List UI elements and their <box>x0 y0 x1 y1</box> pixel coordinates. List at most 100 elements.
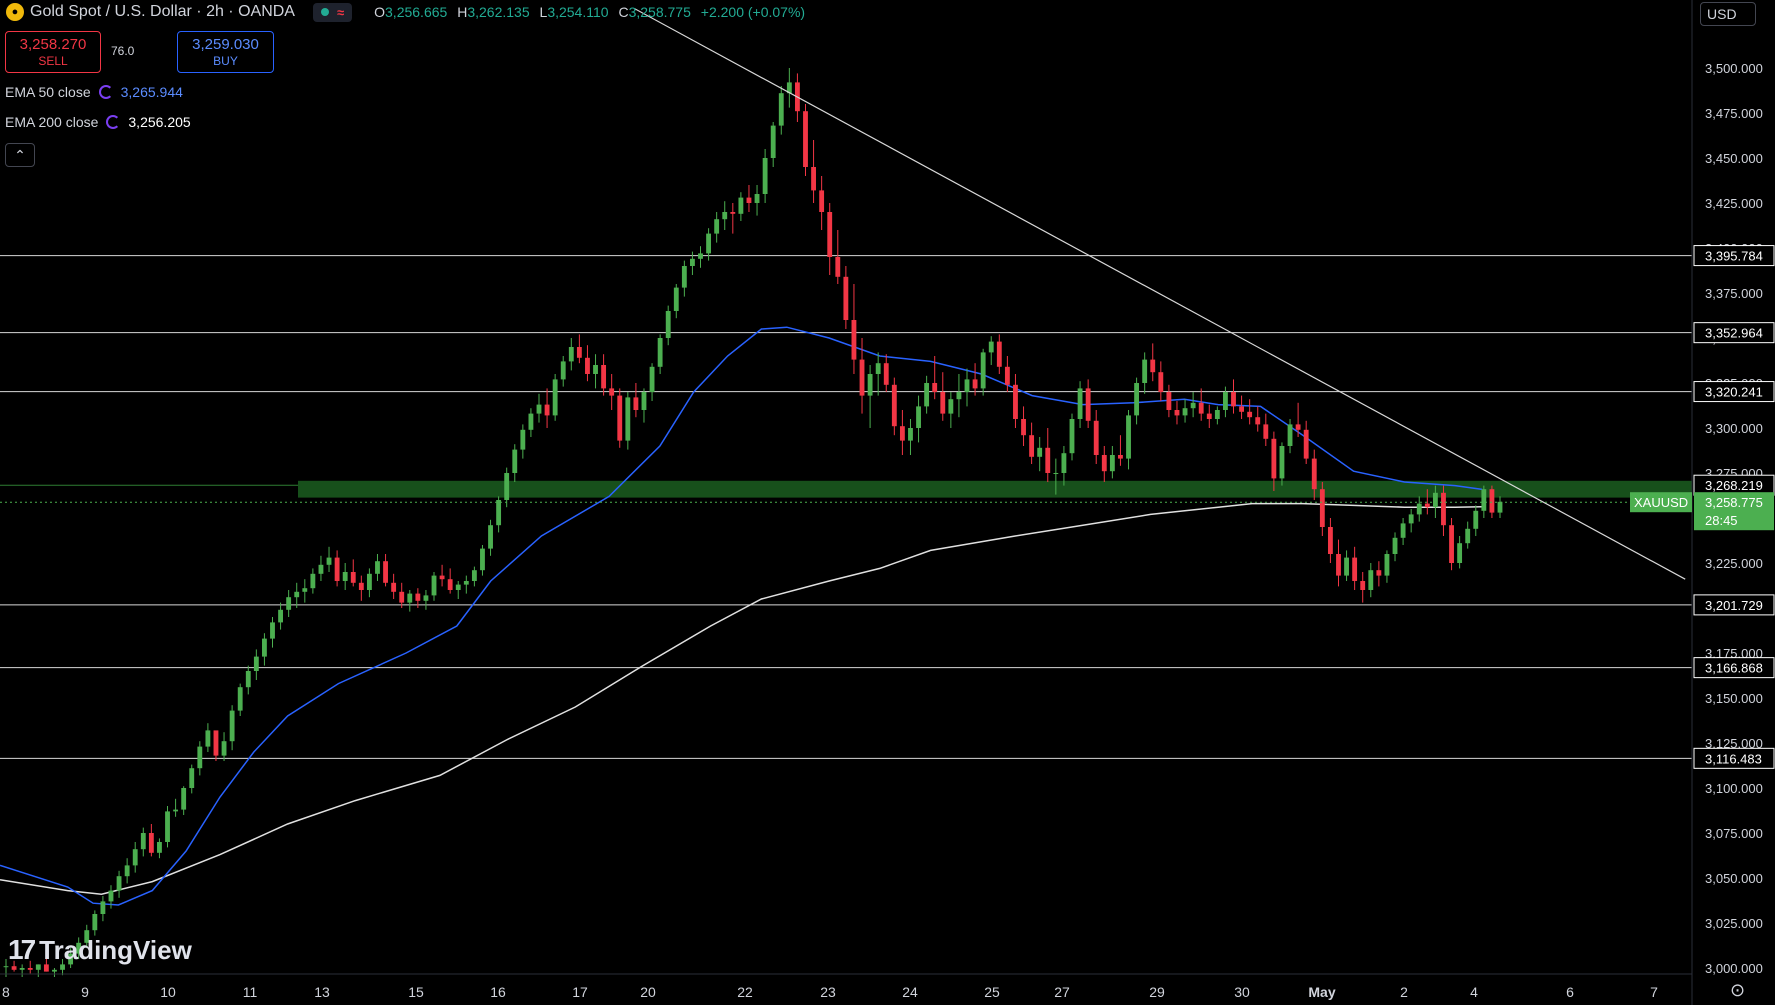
candle <box>698 246 703 268</box>
candle <box>213 730 219 761</box>
candle-body <box>1166 392 1172 410</box>
buy-button[interactable]: 3,259.030 BUY <box>177 31 274 73</box>
candle-body <box>221 741 227 756</box>
candle-body <box>140 833 146 850</box>
indicator-ema50[interactable]: EMA 50 close 3,265.944 <box>5 84 183 100</box>
currency-selector[interactable]: USD <box>1700 2 1756 26</box>
candle <box>358 575 364 601</box>
candle <box>746 185 752 212</box>
candle <box>803 104 808 176</box>
candle-body <box>488 525 493 549</box>
last-price-label: 3,258.775 <box>1705 495 1763 510</box>
price-tick-label: 3,225.000 <box>1705 556 1763 571</box>
level-tag-label: 3,395.784 <box>1705 249 1763 264</box>
candle <box>528 408 534 437</box>
price-tick-label: 3,375.000 <box>1705 286 1763 301</box>
candle-body <box>1432 492 1438 508</box>
candle <box>447 568 453 594</box>
candle <box>310 568 316 594</box>
candle <box>722 201 728 230</box>
price-tick-label: 3,075.000 <box>1705 826 1763 841</box>
symbol-title[interactable]: Gold Spot / U.S. Dollar · 2h · OANDA <box>30 3 295 21</box>
candle-body <box>253 656 259 671</box>
candle <box>92 910 98 936</box>
candle <box>568 338 574 371</box>
candle-body <box>19 968 25 970</box>
price-tick-label: 3,025.000 <box>1705 916 1763 931</box>
indicator-ema200[interactable]: EMA 200 close 3,256.205 <box>5 114 191 130</box>
candle <box>261 633 267 666</box>
candle-body <box>1263 424 1269 439</box>
candle-body <box>512 449 518 473</box>
candle-body <box>996 341 1002 367</box>
candle <box>867 365 873 428</box>
level-tag-label: 3,352.964 <box>1705 326 1763 341</box>
time-tick-label: 29 <box>1149 984 1165 1000</box>
candle-body <box>1416 503 1422 515</box>
candle <box>956 374 962 418</box>
price-tick-label: 3,475.000 <box>1705 106 1763 121</box>
settings-icon[interactable]: ⊙ <box>1730 980 1745 1001</box>
candle-body <box>189 768 195 788</box>
candle <box>140 827 146 857</box>
buy-label: BUY <box>213 54 238 68</box>
candle-body <box>1360 581 1366 590</box>
status-pill[interactable]: ≈ <box>312 2 353 22</box>
chevron-up-icon: ⌃ <box>14 147 26 163</box>
candle-body <box>948 399 954 414</box>
candle <box>407 590 413 612</box>
candle-body <box>261 638 267 657</box>
price-chart[interactable]: 3,500.0003,475.0003,450.0003,425.0003,40… <box>0 0 1775 1005</box>
level-tag-label: 3,201.729 <box>1705 598 1763 613</box>
candle <box>431 572 437 601</box>
candle <box>270 617 275 648</box>
candle <box>601 354 607 396</box>
candle-body <box>1142 359 1148 383</box>
candle <box>157 838 162 859</box>
candle <box>1303 420 1309 464</box>
candle <box>1182 399 1188 423</box>
open-value: 3,256.665 <box>385 4 448 20</box>
candle <box>714 212 720 243</box>
time-tick-label: 11 <box>243 984 258 1000</box>
sell-button[interactable]: 3,258.270 SELL <box>5 31 101 73</box>
candle-body <box>657 338 663 367</box>
candle-body <box>1045 447 1051 473</box>
candle <box>1013 374 1018 428</box>
candle <box>165 806 170 848</box>
tradingview-watermark: 17 TradingView <box>8 934 192 966</box>
time-tick-label: 4 <box>1470 984 1478 1000</box>
candle-body <box>811 167 816 191</box>
candle <box>1190 392 1196 418</box>
time-tick-label: 15 <box>408 984 424 1000</box>
candle <box>778 86 784 135</box>
candle-body <box>1279 446 1285 479</box>
price-tick-label: 3,050.000 <box>1705 871 1763 886</box>
candle-body <box>278 609 283 623</box>
price-tick-label: 3,300.000 <box>1705 421 1763 436</box>
candle-body <box>157 842 162 853</box>
candle-body <box>237 687 243 711</box>
candle-body <box>350 572 356 583</box>
candle <box>294 582 300 608</box>
ema-lines <box>0 326 1483 906</box>
candle-body <box>383 561 388 583</box>
ema200-line <box>0 502 1483 895</box>
candle <box>286 590 292 617</box>
candle-body <box>294 591 300 598</box>
candle-body <box>875 363 881 374</box>
candle-body <box>681 266 687 288</box>
candle <box>1449 518 1454 571</box>
candle-body <box>447 579 453 590</box>
candle <box>1368 563 1374 598</box>
candle <box>512 444 518 482</box>
candle <box>181 786 187 815</box>
collapse-indicators-button[interactable]: ⌃ <box>5 143 35 167</box>
candle-body <box>1206 413 1212 419</box>
level-tag-label: 3,320.241 <box>1705 385 1763 400</box>
candle <box>439 564 445 587</box>
candle <box>1085 379 1091 428</box>
candle-body <box>197 746 203 769</box>
candle <box>730 203 736 234</box>
high-key: H <box>457 4 468 20</box>
